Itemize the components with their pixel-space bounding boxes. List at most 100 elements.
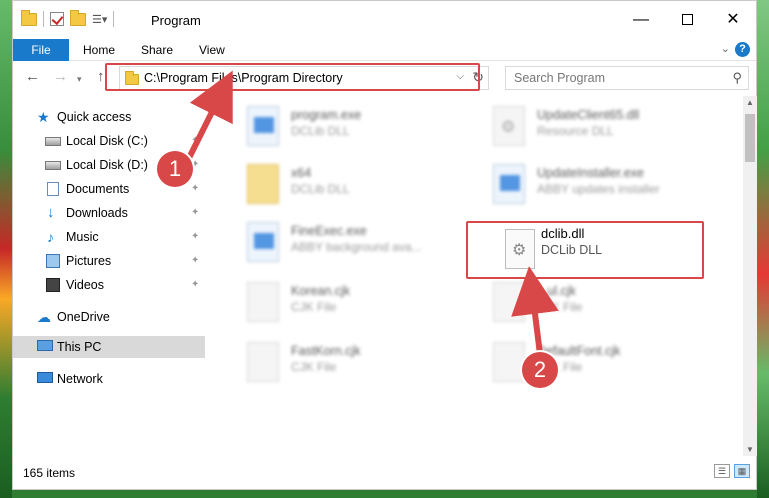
- divider: [113, 11, 115, 27]
- file-description: CJK File: [291, 360, 337, 374]
- scroll-up-icon[interactable]: ▲: [746, 98, 754, 107]
- callout-1: 1: [157, 151, 193, 187]
- help-icon[interactable]: ?: [735, 42, 750, 57]
- downloads-icon: ↓: [47, 204, 55, 221]
- file-item[interactable]: Korean.cjk CJK File: [233, 276, 463, 328]
- file-name: program.exe: [291, 108, 362, 122]
- desktop-wallpaper-right: [757, 0, 769, 498]
- file-name: ...ul.cjk: [537, 284, 576, 298]
- quick-access-toolbar: ☰▾: [21, 9, 115, 27]
- new-folder-icon[interactable]: [70, 9, 86, 26]
- up-arrow-icon[interactable]: ↑: [97, 68, 105, 85]
- music-icon: ♪: [47, 229, 54, 245]
- back-arrow-icon[interactable]: ←: [25, 68, 40, 85]
- pin-icon[interactable]: ✦: [191, 226, 199, 248]
- tab-share[interactable]: Share: [129, 39, 185, 61]
- details-view-icon[interactable]: ☰: [714, 464, 730, 478]
- file-name: UpdateInstaller.exe: [537, 166, 645, 180]
- search-placeholder: Search Program: [514, 71, 606, 85]
- status-bar: 165 items ☰ ▦: [13, 459, 756, 489]
- customize-toolbar-icon[interactable]: ☰▾: [92, 13, 107, 26]
- tab-home[interactable]: Home: [71, 39, 127, 61]
- file-item[interactable]: ...ul.cjk CJK File: [479, 276, 709, 328]
- recent-locations-chevron-down-icon[interactable]: ▾: [77, 74, 82, 85]
- file-item[interactable]: FastKorn.cjk CJK File: [233, 336, 463, 388]
- file-icon: [247, 342, 279, 382]
- star-icon: ★: [37, 109, 50, 125]
- disk-icon: [45, 161, 61, 170]
- large-icons-view-icon[interactable]: ▦: [734, 464, 750, 478]
- file-item[interactable]: FineExec.exe ABBY background ava...: [233, 216, 463, 268]
- exe-icon: [493, 164, 525, 204]
- divider: [43, 11, 44, 27]
- scroll-down-icon[interactable]: ▼: [746, 445, 754, 454]
- file-item[interactable]: DefaultFont.cjk CJK File: [479, 336, 709, 388]
- file-highlight-box: [466, 221, 704, 279]
- sidebar-item-label: OneDrive: [57, 310, 110, 324]
- tab-file[interactable]: File: [13, 39, 69, 61]
- file-icon: [247, 282, 279, 322]
- onedrive-icon: ☁: [37, 309, 51, 325]
- maximize-icon: [681, 14, 693, 26]
- file-icon: [493, 342, 525, 382]
- item-count: 165 items: [23, 466, 76, 480]
- search-input[interactable]: Search Program ⚲: [505, 66, 749, 90]
- title-bar: ☰▾ Program — ✕: [13, 1, 756, 39]
- sidebar-item-videos[interactable]: Videos ✦: [13, 274, 205, 296]
- file-description: DCLib DLL: [291, 182, 350, 196]
- file-item[interactable]: UpdateClient65.dll Resource DLL: [479, 100, 709, 152]
- sidebar-item-music[interactable]: ♪ Music ✦: [13, 226, 205, 248]
- sidebar-item-label: Music: [66, 230, 99, 244]
- properties-icon[interactable]: [50, 12, 64, 26]
- sidebar-item-network[interactable]: Network: [13, 368, 205, 390]
- network-icon: [37, 372, 53, 383]
- close-button[interactable]: ✕: [710, 1, 756, 39]
- maximize-button[interactable]: [664, 1, 710, 39]
- exe-icon: [247, 106, 279, 146]
- pin-icon[interactable]: ✦: [191, 130, 199, 152]
- file-name: Korean.cjk: [291, 284, 351, 298]
- videos-icon: [46, 278, 60, 292]
- callout-2: 2: [522, 352, 558, 388]
- vertical-scrollbar[interactable]: ▲ ▼: [743, 96, 757, 456]
- desktop-wallpaper-left: [0, 0, 12, 498]
- window-title: Program: [151, 13, 201, 28]
- scrollbar-thumb[interactable]: [745, 114, 755, 162]
- pin-icon[interactable]: ✦: [191, 250, 199, 272]
- file-name: FineExec.exe: [291, 224, 367, 238]
- sidebar-item-label: Quick access: [57, 110, 132, 124]
- file-description: ABBY background ava...: [291, 240, 422, 254]
- file-item[interactable]: program.exe DCLib DLL: [233, 100, 463, 152]
- file-description: ABBY updates installer: [537, 182, 660, 196]
- sidebar-item-label: This PC: [57, 340, 102, 354]
- address-highlight-box: [105, 63, 480, 91]
- expand-ribbon-chevron-down-icon[interactable]: ⌄: [721, 42, 730, 55]
- pc-icon: [37, 340, 53, 351]
- folder-icon: [21, 9, 37, 26]
- sidebar-item-label: Documents: [66, 182, 130, 196]
- pin-icon[interactable]: ✦: [191, 274, 199, 296]
- pin-icon[interactable]: ✦: [191, 178, 199, 200]
- tab-view[interactable]: View: [187, 39, 237, 61]
- sidebar-item-local-disk-c[interactable]: Local Disk (C:) ✦: [13, 130, 205, 152]
- pictures-icon: [46, 254, 60, 268]
- file-item[interactable]: x64 DCLib DLL: [233, 158, 463, 210]
- sidebar-item-onedrive[interactable]: ☁ OneDrive: [13, 306, 205, 328]
- file-description: Resource DLL: [537, 124, 614, 138]
- file-item[interactable]: UpdateInstaller.exe ABBY updates install…: [479, 158, 709, 210]
- sidebar-item-pictures[interactable]: Pictures ✦: [13, 250, 205, 272]
- file-description: CJK File: [537, 300, 583, 314]
- sidebar-item-this-pc[interactable]: This PC: [13, 336, 205, 358]
- minimize-button[interactable]: —: [618, 1, 664, 39]
- pin-icon[interactable]: ✦: [191, 202, 199, 224]
- sidebar-item-downloads[interactable]: ↓ Downloads ✦: [13, 202, 205, 224]
- file-description: CJK File: [291, 300, 337, 314]
- disk-icon: [45, 137, 61, 146]
- ribbon-tabs: File Home Share View ⌄ ?: [13, 39, 756, 61]
- exe-icon: [247, 222, 279, 262]
- file-name: x64: [291, 166, 312, 180]
- file-name: UpdateClient65.dll: [537, 108, 640, 122]
- forward-arrow-icon[interactable]: →: [53, 68, 68, 85]
- search-icon[interactable]: ⚲: [732, 70, 742, 86]
- sidebar-item-quick-access[interactable]: ★ Quick access: [13, 106, 205, 128]
